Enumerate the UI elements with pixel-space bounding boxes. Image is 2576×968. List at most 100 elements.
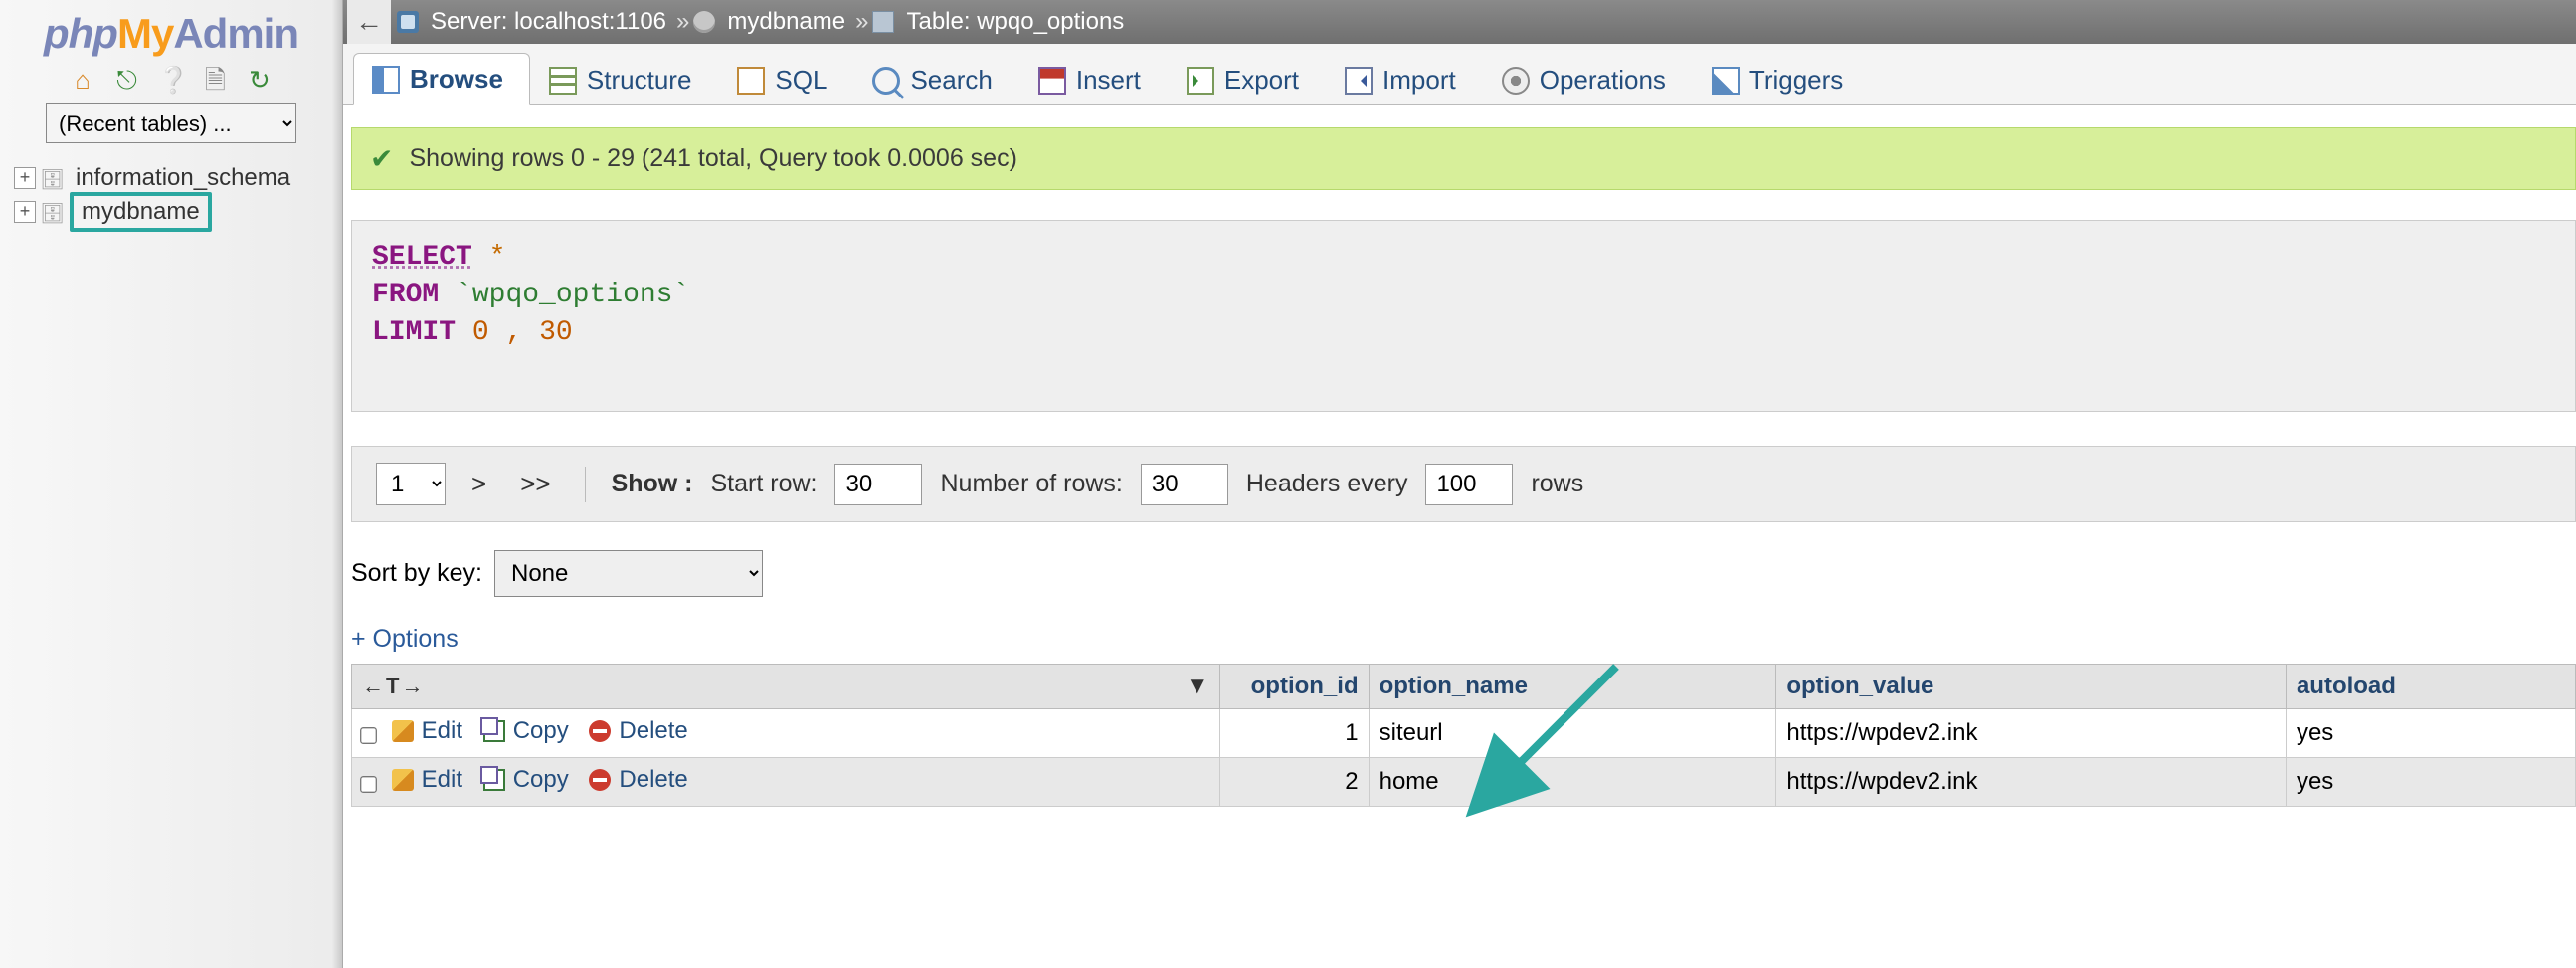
tab-structure[interactable]: Structure — [530, 54, 719, 105]
check-icon: ✔ — [370, 142, 393, 175]
db-name-label[interactable]: information_schema — [70, 164, 296, 192]
breadcrumb-server[interactable]: Server: localhost:1106 — [431, 8, 666, 36]
db-name-label[interactable]: mydbname — [70, 192, 212, 232]
edit-row-button[interactable]: Edit — [392, 766, 462, 794]
tab-label: Search — [910, 65, 992, 96]
success-banner: ✔ Showing rows 0 - 29 (241 total, Query … — [351, 127, 2576, 190]
sql-table: wpqo_options — [472, 280, 673, 310]
tab-export[interactable]: Export — [1168, 54, 1326, 105]
sidebar: phpMyAdmin ⌂ ⎋ ❔ 🗎 ↻ (Recent tables) ...… — [0, 0, 343, 968]
row-checkbox[interactable] — [360, 776, 377, 793]
database-icon — [693, 11, 715, 33]
tab-label: Insert — [1076, 65, 1141, 96]
docs-icon[interactable]: 🗎 — [201, 66, 229, 94]
tab-label: Export — [1224, 65, 1299, 96]
sql-backtick: ` — [456, 280, 472, 310]
cell-autoload[interactable]: yes — [2286, 758, 2575, 807]
row-checkbox[interactable] — [360, 727, 377, 744]
col-autoload[interactable]: autoload — [2286, 665, 2575, 709]
copy-row-button[interactable]: Copy — [483, 766, 569, 794]
tab-browse[interactable]: Browse — [353, 53, 530, 105]
tab-label: Structure — [587, 65, 692, 96]
tab-sql[interactable]: SQL — [718, 54, 853, 105]
sql-kw-from: FROM — [372, 280, 439, 310]
sql-comma: , — [505, 317, 522, 348]
cell-option-value[interactable]: https://wpdev2.ink — [1776, 709, 2287, 758]
edit-row-button[interactable]: Edit — [392, 717, 462, 745]
headers-every-input[interactable] — [1425, 464, 1513, 505]
logout-icon[interactable]: ⎋ — [113, 66, 141, 94]
browse-icon — [372, 66, 400, 94]
next-page-button[interactable]: > — [463, 465, 494, 503]
breadcrumb-sep: » — [855, 8, 868, 36]
db-tree-item[interactable]: + 🗄 information_schema — [14, 161, 342, 195]
expand-icon[interactable]: + — [14, 201, 36, 223]
copy-icon — [483, 720, 505, 742]
table-row: Edit Copy Delete 2 home https://wpdev2.i… — [352, 758, 2576, 807]
sql-limit-start: 0 — [472, 317, 489, 348]
action-label: Delete — [619, 717, 687, 745]
row-marker-icon: ←T→ — [362, 674, 425, 698]
reload-icon[interactable]: ↻ — [246, 66, 274, 94]
table-row: Edit Copy Delete 1 siteurl https://wpdev… — [352, 709, 2576, 758]
cell-option-value[interactable]: https://wpdev2.ink — [1776, 758, 2287, 807]
logo-part-my: My — [117, 10, 173, 57]
options-link[interactable]: + Options — [351, 625, 2576, 654]
tab-label: Operations — [1540, 65, 1666, 96]
home-icon[interactable]: ⌂ — [69, 66, 96, 94]
logo-part-php: php — [44, 10, 117, 57]
num-rows-input[interactable] — [1141, 464, 1228, 505]
success-text: Showing rows 0 - 29 (241 total, Query to… — [409, 144, 1016, 173]
cell-option-id[interactable]: 1 — [1219, 709, 1369, 758]
sql-limit-count: 30 — [539, 317, 573, 348]
col-option-id[interactable]: option_id — [1219, 665, 1369, 709]
tab-search[interactable]: Search — [853, 54, 1018, 105]
action-label: Delete — [619, 766, 687, 794]
sort-key-select[interactable]: None — [494, 550, 763, 597]
last-page-button[interactable]: >> — [512, 465, 558, 503]
insert-icon — [1038, 67, 1066, 95]
chevron-down-icon[interactable]: ▼ — [1186, 673, 1209, 700]
sql-icon — [737, 67, 765, 95]
action-label: Copy — [513, 717, 569, 745]
cell-option-name[interactable]: home — [1369, 758, 1776, 807]
edit-icon — [392, 769, 414, 791]
tab-operations[interactable]: Operations — [1483, 54, 1693, 105]
sql-backtick: ` — [672, 280, 689, 310]
tab-import[interactable]: Import — [1326, 54, 1483, 105]
structure-icon — [549, 67, 577, 95]
tab-label: Import — [1382, 65, 1456, 96]
headers-every-label: Headers every — [1246, 470, 1408, 498]
tab-triggers[interactable]: Triggers — [1693, 54, 1870, 105]
sql-query-box: SELECT * FROM `wpqo_options` LIMIT 0 , 3… — [351, 220, 2576, 412]
page-select[interactable]: 1 — [376, 463, 446, 505]
col-option-value[interactable]: option_value — [1776, 665, 2287, 709]
row-actions-cell: Edit Copy Delete — [352, 709, 1220, 758]
delete-row-button[interactable]: Delete — [589, 717, 687, 745]
breadcrumb-sep: » — [676, 8, 689, 36]
action-label: Edit — [422, 717, 462, 745]
back-button[interactable]: ← — [347, 0, 391, 44]
delete-row-button[interactable]: Delete — [589, 766, 687, 794]
cell-option-name[interactable]: siteurl — [1369, 709, 1776, 758]
expand-icon[interactable]: + — [14, 167, 36, 189]
start-row-input[interactable] — [834, 464, 922, 505]
import-icon — [1345, 67, 1373, 95]
tab-insert[interactable]: Insert — [1019, 54, 1168, 105]
logo-part-admin: Admin — [173, 10, 298, 57]
col-actions[interactable]: ←T→ ▼ — [352, 665, 1220, 709]
db-tree-item[interactable]: + 🗄 mydbname — [14, 195, 342, 229]
cell-option-id[interactable]: 2 — [1219, 758, 1369, 807]
server-icon — [397, 11, 419, 33]
col-option-name[interactable]: option_name — [1369, 665, 1776, 709]
copy-row-button[interactable]: Copy — [483, 717, 569, 745]
tab-strip: Browse Structure SQL Search Insert Expor… — [343, 44, 2576, 105]
recent-tables-select[interactable]: (Recent tables) ... — [46, 103, 296, 143]
cell-autoload[interactable]: yes — [2286, 709, 2575, 758]
help-icon[interactable]: ❔ — [157, 66, 185, 94]
breadcrumb-table[interactable]: Table: wpqo_options — [906, 8, 1124, 36]
results-table: ←T→ ▼ option_id option_name option_value… — [351, 664, 2576, 807]
tab-label: Browse — [410, 64, 503, 95]
breadcrumb-db[interactable]: mydbname — [727, 8, 845, 36]
triggers-icon — [1712, 67, 1740, 95]
